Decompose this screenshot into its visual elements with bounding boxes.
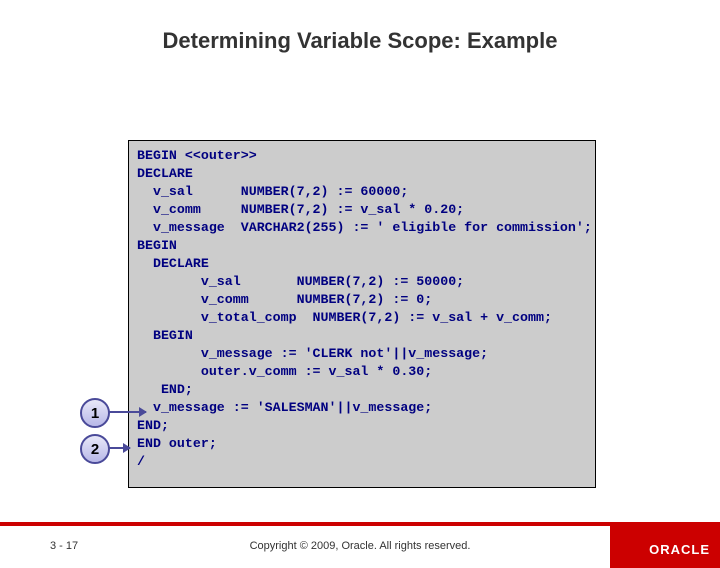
footer: 3 - 17 Copyright © 2009, Oracle. All rig… [0, 526, 720, 568]
page-title: Determining Variable Scope: Example [0, 28, 720, 54]
arrow-1 [108, 411, 146, 413]
oracle-logo: ORACLE [649, 542, 710, 557]
code-example-box: BEGIN <<outer>> DECLARE v_sal NUMBER(7,2… [128, 140, 596, 488]
callout-1: 1 [80, 398, 110, 428]
callout-2: 2 [80, 434, 110, 464]
copyright-text: Copyright © 2009, Oracle. All rights res… [0, 540, 720, 552]
arrow-2 [108, 447, 130, 449]
